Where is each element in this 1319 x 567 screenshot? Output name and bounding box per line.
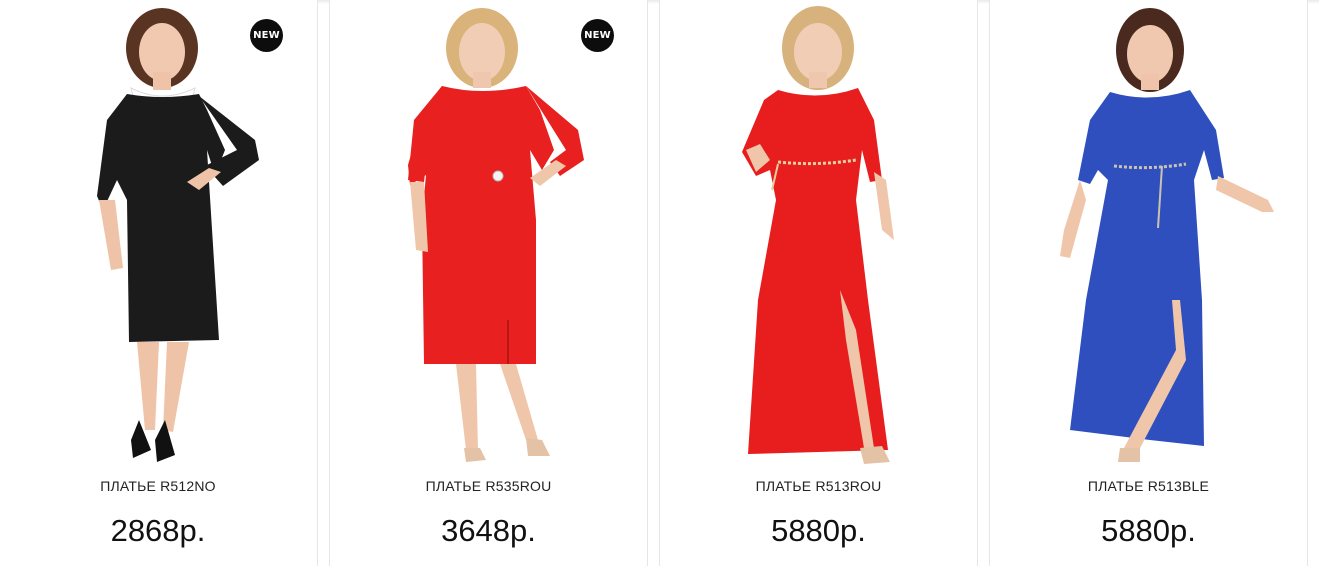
product-photo[interactable] <box>330 0 647 468</box>
product-grid: NEW ПЛАТЬЕ R512NO 2868р. NEW ПЛАТЬЕ R535… <box>0 0 1319 567</box>
product-price: 5880р. <box>771 513 866 548</box>
new-badge: NEW <box>250 19 283 52</box>
product-card[interactable]: ПЛАТЬЕ R513BLE 5880р. <box>989 0 1308 566</box>
new-badge: NEW <box>581 19 614 52</box>
product-photo[interactable] <box>990 0 1307 468</box>
product-price: 3648р. <box>441 513 536 548</box>
product-card[interactable]: NEW ПЛАТЬЕ R512NO 2868р. <box>0 0 318 566</box>
product-name[interactable]: ПЛАТЬЕ R513ROU <box>660 478 977 494</box>
product-card[interactable]: ПЛАТЬЕ R513ROU 5880р. <box>659 0 978 566</box>
product-name[interactable]: ПЛАТЬЕ R513BLE <box>990 478 1307 494</box>
product-photo[interactable] <box>0 0 317 468</box>
product-card[interactable]: NEW ПЛАТЬЕ R535ROU 3648р. <box>329 0 648 566</box>
product-name[interactable]: ПЛАТЬЕ R535ROU <box>330 478 647 494</box>
product-name[interactable]: ПЛАТЬЕ R512NO <box>0 478 317 494</box>
product-price: 2868р. <box>110 513 206 548</box>
product-photo[interactable] <box>660 0 977 468</box>
product-price: 5880р. <box>1101 513 1196 548</box>
